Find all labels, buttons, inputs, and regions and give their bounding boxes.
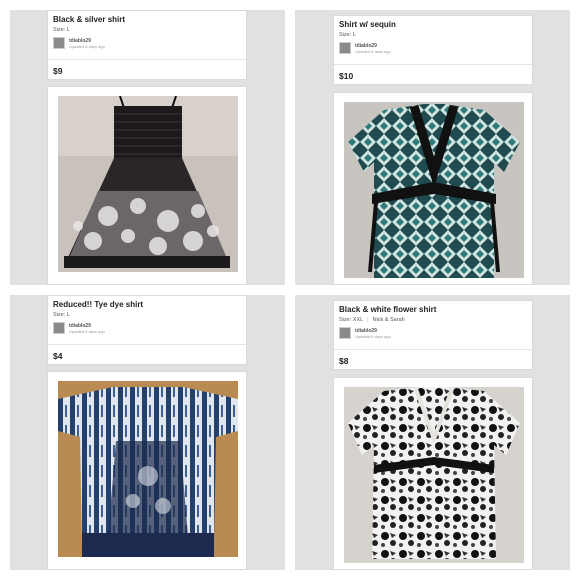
separator: |	[367, 317, 369, 323]
seller-info[interactable]: tdiablo29 Updated 8 days ago	[53, 37, 203, 51]
divider	[48, 59, 246, 60]
listing-info-card[interactable]: Reduced!! Tye dye shirt Size: L tdiablo2…	[47, 295, 247, 365]
listing-size: Size: L	[53, 27, 70, 33]
listing-title[interactable]: Black & white flower shirt	[339, 305, 436, 314]
listing-photo-card[interactable]	[333, 377, 533, 570]
listing-size: Size: XXL | Nick & Sarah	[339, 317, 405, 323]
avatar[interactable]	[53, 37, 65, 49]
listing-info-card[interactable]: Shirt w/ sequin Size: L tdiablo29 Update…	[333, 15, 533, 85]
updated-time: Updated 8 days ago	[355, 334, 391, 339]
divider	[48, 344, 246, 345]
listing-photo-card[interactable]	[333, 92, 533, 285]
avatar[interactable]	[339, 42, 351, 54]
geometric-shirt-photo[interactable]	[344, 102, 524, 278]
listing-size: Size: L	[339, 32, 356, 38]
listing-panel-2: Shirt w/ sequin Size: L tdiablo29 Update…	[295, 10, 570, 285]
listing-price: $10	[339, 71, 354, 81]
listing-title[interactable]: Reduced!! Tye dye shirt	[53, 300, 143, 309]
listing-title[interactable]: Black & silver shirt	[53, 15, 125, 24]
avatar[interactable]	[339, 327, 351, 339]
listing-title[interactable]: Shirt w/ sequin	[339, 20, 396, 29]
size-label: Size: L	[339, 32, 356, 38]
flower-shirt-photo[interactable]	[344, 387, 524, 563]
size-label: Size: L	[53, 312, 70, 318]
divider	[334, 349, 532, 350]
listing-info-card[interactable]: Black & silver shirt Size: L tdiablo29 U…	[47, 10, 247, 80]
black-silver-dress-photo[interactable]	[58, 96, 238, 272]
listing-price: $9	[53, 66, 63, 76]
brand-label[interactable]: Nick & Sarah	[373, 317, 405, 323]
listing-panel-3: Reduced!! Tye dye shirt Size: L tdiablo2…	[10, 295, 285, 570]
updated-time: Updated 8 days ago	[355, 49, 391, 54]
listing-panel-4: Black & white flower shirt Size: XXL | Nic…	[295, 295, 570, 570]
size-label: Size: XXL	[339, 317, 364, 323]
listing-photo-card[interactable]	[47, 86, 247, 285]
seller-info[interactable]: tdiablo29 Updated 8 days ago	[53, 322, 203, 336]
listing-info-card[interactable]: Black & white flower shirt Size: XXL | Nic…	[333, 300, 533, 370]
seller-info[interactable]: tdiablo29 Updated 8 days ago	[339, 42, 489, 56]
listing-photo-card[interactable]	[47, 371, 247, 570]
listing-panel-1: Black & silver shirt Size: L tdiablo29 U…	[10, 10, 285, 285]
listing-price: $8	[339, 356, 349, 366]
listing-size: Size: L	[53, 312, 70, 318]
divider	[334, 64, 532, 65]
avatar[interactable]	[53, 322, 65, 334]
size-label: Size: L	[53, 27, 70, 33]
updated-time: Updated 8 days ago	[69, 44, 105, 49]
tie-dye-shirt-photo[interactable]	[58, 381, 238, 557]
seller-info[interactable]: tdiablo29 Updated 8 days ago	[339, 327, 489, 341]
updated-time: Updated 8 days ago	[69, 329, 105, 334]
listing-price: $4	[53, 351, 63, 361]
